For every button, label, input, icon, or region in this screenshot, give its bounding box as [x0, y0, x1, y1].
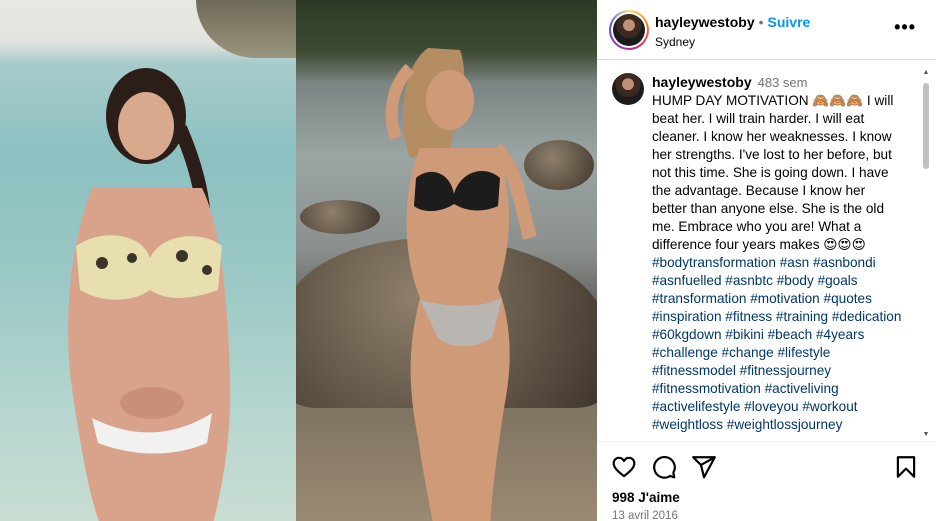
rock [300, 200, 380, 234]
background-cliff [196, 0, 296, 58]
caption-time[interactable]: 483 sem [758, 75, 808, 90]
post-image[interactable] [0, 0, 597, 521]
caption-avatar[interactable] [612, 73, 644, 105]
header-line: hayleywestoby • Suivre [655, 14, 810, 32]
separator-dot: • [758, 14, 764, 30]
post-sidebar: hayleywestoby • Suivre Sydney ••• hayleywe… [597, 0, 936, 521]
caption-text: HUMP DAY MOTIVATION 🙈🙈🙈 I will beat her.… [652, 93, 894, 252]
post-actions: 998 J'aime 13 avril 2016 [597, 441, 936, 521]
share-icon[interactable] [691, 454, 717, 480]
after-person-figure [385, 48, 537, 521]
caption: hayleywestoby 483 sem HUMP DAY MOTIVATION… [652, 73, 902, 434]
author-avatar[interactable] [609, 10, 649, 50]
scrollbar-thumb[interactable] [923, 83, 929, 169]
comments-area[interactable]: hayleywestoby 483 sem HUMP DAY MOTIVATION… [597, 61, 936, 441]
caption-username[interactable]: hayleywestoby [652, 74, 752, 90]
heart-icon[interactable] [611, 454, 637, 480]
scroll-up-arrow-icon[interactable]: ▲ [922, 69, 930, 77]
comments-scrollbar[interactable]: ▲ ▼ [922, 69, 930, 439]
post-header: hayleywestoby • Suivre Sydney ••• [597, 0, 936, 60]
instagram-post-modal: hayleywestoby • Suivre Sydney ••• hayleywe… [0, 0, 936, 521]
follow-button[interactable]: Suivre [768, 14, 811, 30]
caption-hashtags[interactable]: #bodytransformation #asn #asnbondi #asnf… [652, 255, 901, 432]
before-photo [0, 0, 296, 521]
author-username[interactable]: hayleywestoby [655, 14, 755, 30]
post-date[interactable]: 13 avril 2016 [612, 510, 678, 521]
comment-icon[interactable] [651, 454, 677, 480]
before-person-figure [68, 68, 231, 521]
scroll-down-arrow-icon[interactable]: ▼ [922, 431, 930, 439]
post-location[interactable]: Sydney [655, 35, 695, 49]
more-horizontal-icon[interactable]: ••• [894, 18, 916, 36]
bookmark-icon[interactable] [893, 454, 919, 480]
likes-count[interactable]: 998 J'aime [612, 490, 680, 505]
